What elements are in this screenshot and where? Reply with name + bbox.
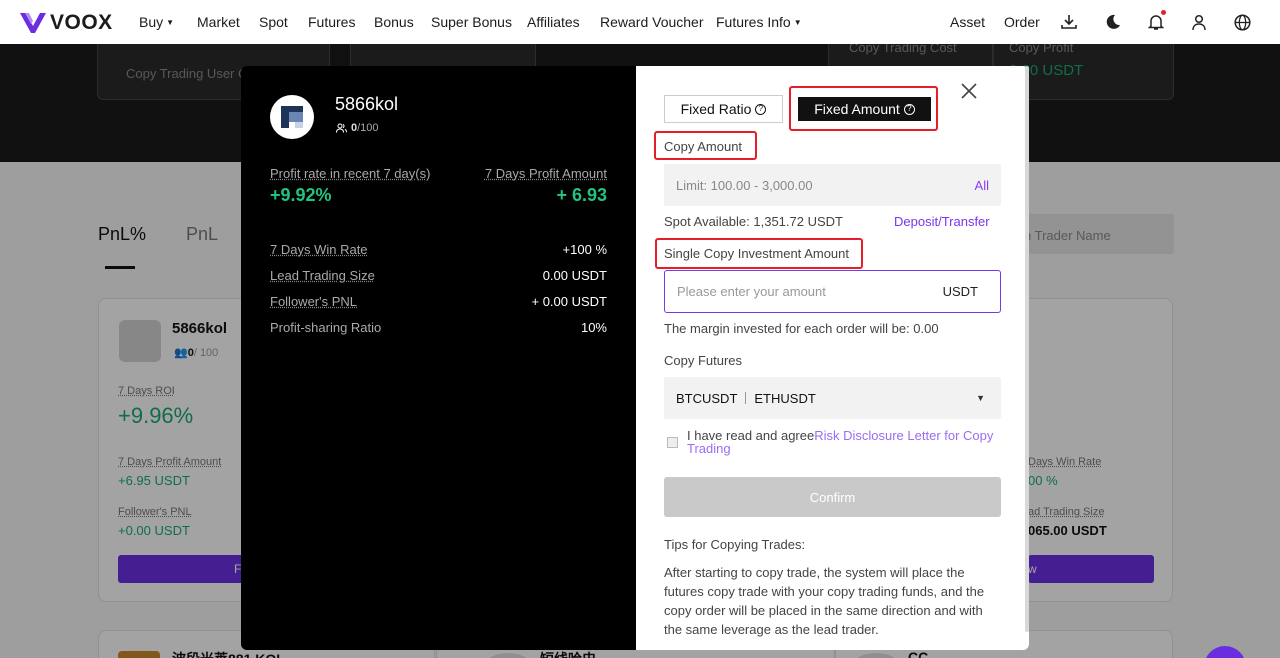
trader-name: 5866kol: [335, 94, 399, 114]
nav-spot[interactable]: Spot: [259, 14, 288, 30]
copy-futures-label: Copy Futures: [664, 353, 743, 368]
chevron-down-icon[interactable]: ▼: [976, 393, 985, 403]
fixed-ratio-tab[interactable]: Fixed Ratio?: [664, 95, 783, 123]
trader-logo-icon: [281, 106, 303, 128]
download-icon[interactable]: [1059, 12, 1079, 32]
follower-pnl-value: + 0.00 USDT: [531, 294, 607, 309]
globe-icon[interactable]: [1232, 12, 1252, 32]
top-navigation: VOOX Buy ▼ Market Spot Futures Bonus Supe…: [0, 0, 1280, 44]
help-icon[interactable]: ?: [755, 103, 767, 115]
nav-bonus[interactable]: Bonus: [374, 14, 414, 30]
user-icon[interactable]: [1189, 12, 1209, 32]
moon-icon[interactable]: [1103, 12, 1123, 32]
fixed-amount-tab[interactable]: Fixed Amount?: [798, 97, 931, 121]
trader-followers: 0/100: [336, 122, 379, 134]
bell-icon[interactable]: [1146, 10, 1166, 32]
margin-text: The margin invested for each order will …: [664, 321, 939, 336]
logo-text: VOOX: [50, 11, 113, 34]
nav-order[interactable]: Order: [1004, 14, 1040, 30]
tips-body: After starting to copy trade, the system…: [664, 565, 985, 637]
win-rate-value: +100 %: [562, 242, 607, 257]
futures-tag: BTCUSDT: [676, 390, 738, 406]
limit-field[interactable]: Limit: 100.00 - 3,000.00 All: [664, 164, 1001, 206]
limit-text: Limit: 100.00 - 3,000.00: [676, 177, 813, 193]
confirm-button[interactable]: Confirm: [664, 477, 1001, 517]
notification-dot: [1161, 10, 1166, 15]
spot-available-text: Spot Available: 1,351.72 USDT: [664, 214, 843, 229]
copy-amount-label: Copy Amount: [664, 139, 743, 154]
single-copy-amount-input-wrapper: USDT: [664, 270, 1001, 313]
profit-rate-label: Profit rate in recent 7 day(s): [270, 166, 431, 181]
nav-asset[interactable]: Asset: [950, 14, 985, 30]
close-icon[interactable]: [959, 81, 979, 101]
all-button[interactable]: All: [975, 178, 989, 193]
profit-amount-label: 7 Days Profit Amount: [484, 166, 607, 181]
nav-futures-info[interactable]: Futures Info ▼: [716, 14, 802, 30]
followers-icon: [336, 123, 347, 133]
trader-avatar: [270, 95, 314, 139]
profit-sharing-label: Profit-sharing Ratio: [270, 320, 382, 335]
nav-market[interactable]: Market: [197, 14, 240, 30]
deposit-transfer-link[interactable]: Deposit/Transfer: [894, 214, 990, 229]
futures-tag: ETHUSDT: [754, 390, 816, 406]
voox-logo-icon: [20, 13, 46, 33]
profit-sharing-value: 10%: [580, 320, 607, 335]
nav-super-bonus[interactable]: Super Bonus: [431, 14, 512, 30]
usdt-unit: USDT: [942, 284, 978, 299]
help-icon[interactable]: ?: [903, 103, 915, 115]
futures-select[interactable]: BTCUSDT ETHUSDT ▼: [664, 377, 1001, 419]
modal-scrollbar[interactable]: [1025, 66, 1029, 632]
trader-summary-panel: 5866kol 0/100 Profit rate in recent 7 da…: [241, 66, 636, 650]
nav-buy[interactable]: Buy ▼: [139, 14, 174, 30]
profit-rate-value: +9.92%: [270, 185, 332, 205]
single-copy-amount-label: Single Copy Investment Amount: [664, 246, 849, 261]
lead-size-value: 0.00 USDT: [542, 268, 607, 283]
lead-size-label: Lead Trading Size: [270, 268, 375, 283]
win-rate-label: 7 Days Win Rate: [270, 242, 368, 257]
nav-reward-voucher[interactable]: Reward Voucher: [600, 14, 704, 30]
agree-text-block: I have read and agreeRisk Disclosure Let…: [664, 429, 1001, 455]
nav-affiliates[interactable]: Affiliates: [527, 14, 580, 30]
profit-amount-value: + 6.93: [556, 185, 607, 205]
follower-pnl-label: Follower's PNL: [270, 294, 358, 309]
tips-title: Tips for Copying Trades:: [664, 537, 806, 552]
single-copy-amount-input[interactable]: [677, 284, 943, 299]
voox-logo[interactable]: VOOX: [20, 11, 113, 35]
nav-futures[interactable]: Futures: [308, 14, 355, 30]
